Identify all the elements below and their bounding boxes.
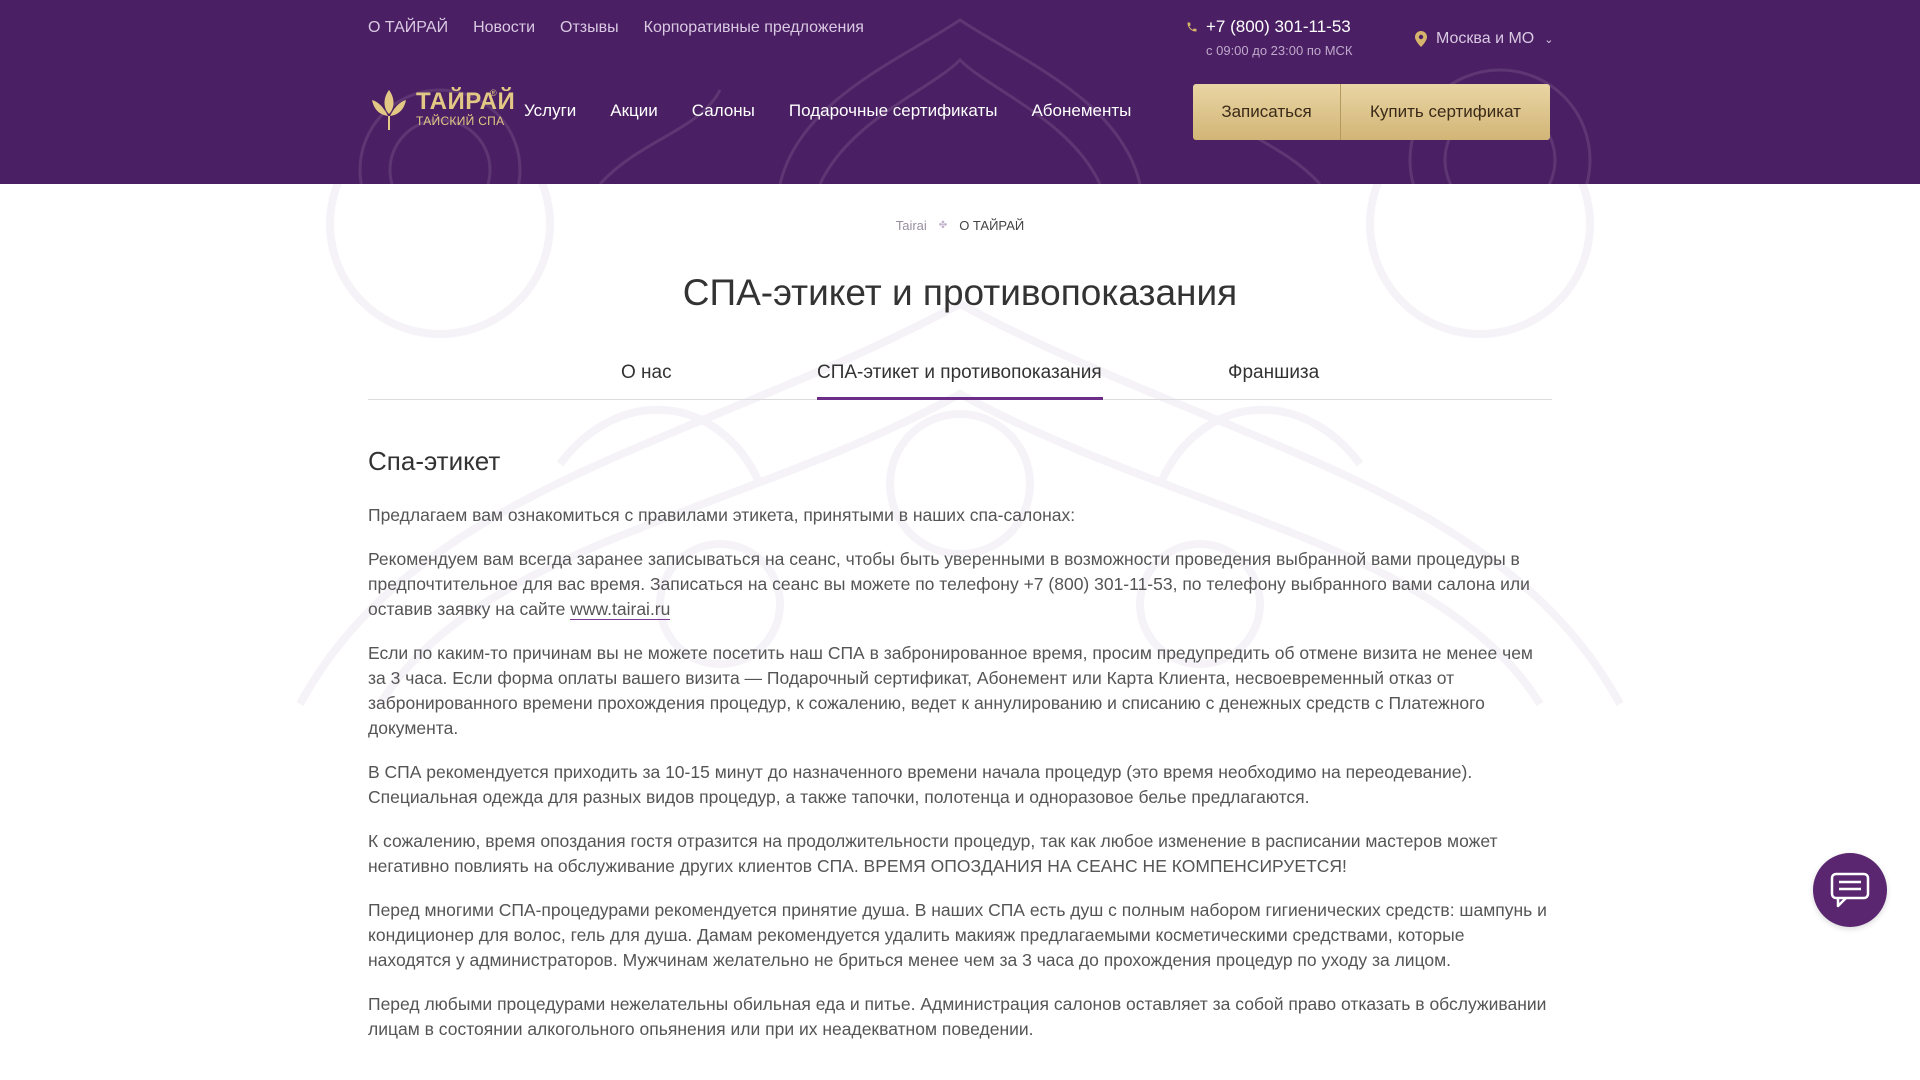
logo[interactable]: ТАЙРАЙ ТАЙСКИЙ СПА ® <box>368 86 515 132</box>
top-nav-corporate[interactable]: Корпоративные предложения <box>644 19 864 37</box>
site-link[interactable]: www.tairai.ru <box>570 599 671 620</box>
tab-about[interactable]: О нас <box>621 362 672 384</box>
chat-icon <box>1830 872 1870 908</box>
breadcrumb: Tairai ✤ О ТАЙРАЙ <box>0 218 1920 233</box>
page-title: СПА-этикет и противопоказания <box>682 272 1238 313</box>
active-tab-indicator <box>817 397 1103 400</box>
paragraph-food: Перед любыми процедурами нежелательны об… <box>368 994 1547 1039</box>
paragraph-cancellation: Если по каким-то причинам вы не можете п… <box>368 643 1533 738</box>
tab-etiquette[interactable]: СПА-этикет и противопоказания <box>817 362 1102 384</box>
book-button[interactable]: Записаться <box>1193 84 1341 140</box>
paragraph-intro: Предлагаем вам ознакомиться с правилами … <box>368 505 1076 525</box>
phone-block: +7 (800) 301-11-53 с 09:00 до 23:00 по М… <box>1186 17 1353 58</box>
paragraph-shower: Перед многими СПА-процедурами рекомендуе… <box>368 900 1547 970</box>
main-content: Спа-этикет Предлагаем вам ознакомиться с… <box>368 446 1552 1061</box>
logo-subtitle: ТАЙСКИЙ СПА <box>416 114 505 128</box>
tab-bar: О нас СПА-этикет и противопоказания Фран… <box>368 352 1552 400</box>
breadcrumb-separator-icon: ✤ <box>938 220 948 231</box>
site-header: О ТАЙРАЙ Новости Отзывы Корпоративные пр… <box>0 0 1920 184</box>
paragraph-booking: Рекомендуем вам всегда заранее записыват… <box>368 547 1552 622</box>
chevron-down-icon: ⌄ <box>1544 33 1554 46</box>
city-label: Москва и МО <box>1436 30 1535 47</box>
logo-title: ТАЙРАЙ <box>416 88 516 115</box>
registered-mark: ® <box>490 88 497 98</box>
main-nav-gift-certificates[interactable]: Подарочные сертификаты <box>789 101 998 121</box>
main-nav: Услуги Акции Салоны Подарочные сертифика… <box>524 101 1131 121</box>
phone-number[interactable]: +7 (800) 301-11-53 <box>1206 17 1351 37</box>
city-selector[interactable]: Москва и МО ⌄ <box>1414 30 1553 48</box>
top-nav: О ТАЙРАЙ Новости Отзывы Корпоративные пр… <box>368 19 864 37</box>
lotus-logo-icon <box>372 90 406 130</box>
top-nav-reviews[interactable]: Отзывы <box>560 19 619 37</box>
breadcrumb-current: О ТАЙРАЙ <box>959 218 1025 233</box>
location-pin-icon <box>1415 31 1427 47</box>
main-nav-subscriptions[interactable]: Абонементы <box>1031 101 1131 121</box>
phone-icon <box>1187 22 1197 32</box>
main-nav-services[interactable]: Услуги <box>524 101 576 121</box>
tab-franchise[interactable]: Франшиза <box>1228 362 1319 384</box>
buy-certificate-button[interactable]: Купить сертификат <box>1341 84 1550 140</box>
phone-hours: с 09:00 до 23:00 по МСК <box>1206 43 1353 58</box>
chat-button[interactable] <box>1813 853 1887 927</box>
paragraph-booking-text: Рекомендуем вам всегда заранее записыват… <box>368 549 1530 619</box>
main-nav-promotions[interactable]: Акции <box>610 101 658 121</box>
top-nav-about[interactable]: О ТАЙРАЙ <box>368 19 448 37</box>
breadcrumb-home[interactable]: Tairai <box>896 218 927 233</box>
cta-group: Записаться Купить сертификат <box>1193 84 1550 140</box>
top-nav-news[interactable]: Новости <box>473 19 535 37</box>
main-nav-salons[interactable]: Салоны <box>692 101 755 121</box>
section-heading: Спа-этикет <box>368 446 501 476</box>
paragraph-arrival: В СПА рекомендуется приходить за 10-15 м… <box>368 762 1473 807</box>
header-ornament <box>358 18 1592 184</box>
paragraph-lateness: К сожалению, время опоздания гостя отраз… <box>368 831 1498 876</box>
